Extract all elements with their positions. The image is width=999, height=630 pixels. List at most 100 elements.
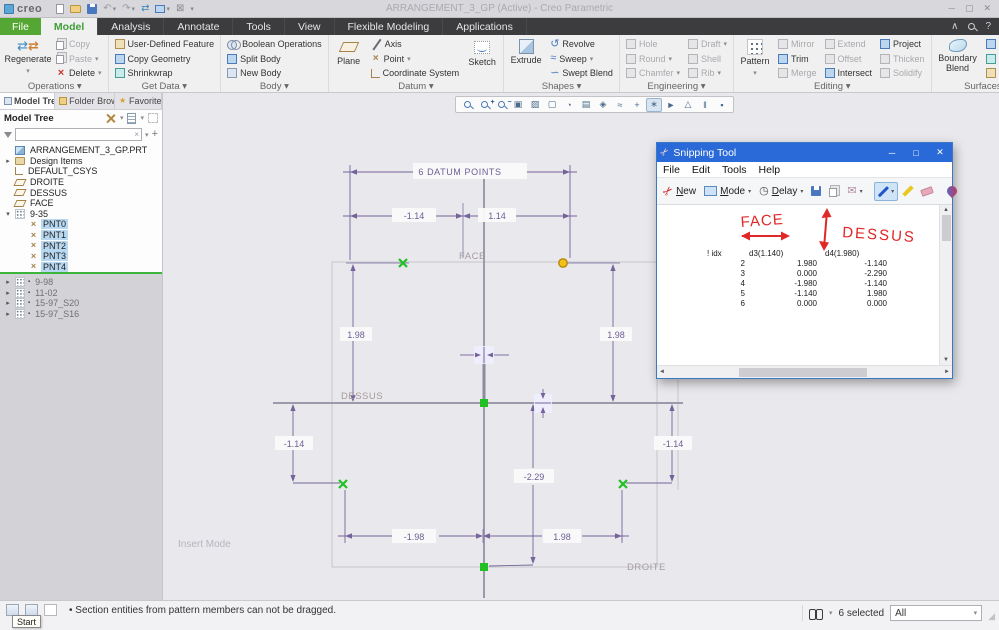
tree-show-caret[interactable]: ▾	[140, 114, 144, 122]
sketch-button[interactable]: Sketch	[465, 37, 499, 68]
tree-item-design items[interactable]: ▸Design Items	[0, 156, 162, 167]
open-file-button[interactable]	[69, 2, 82, 16]
select-items-icon[interactable]	[44, 604, 57, 616]
extend-button[interactable]: Extend	[823, 37, 875, 52]
customize-qat-button[interactable]: ▾	[189, 2, 195, 16]
search-tool-icon[interactable]	[809, 609, 823, 618]
snip-save-button[interactable]	[808, 184, 824, 198]
tab-model[interactable]: Model	[41, 18, 98, 35]
annotation-display-button[interactable]: ◈	[595, 98, 611, 112]
group-label-datum[interactable]: Datum ▾	[333, 81, 500, 93]
snip-horizontal-scrollbar[interactable]: ◄ ►	[657, 365, 952, 378]
snip-send-button[interactable]: ✉▾	[844, 184, 865, 199]
paste-button[interactable]: Paste▾	[54, 52, 104, 67]
tree-item-pnt3[interactable]: ×PNT3	[0, 251, 162, 262]
snip-menu-file[interactable]: File	[657, 164, 686, 176]
draft-button[interactable]: Draft▾	[686, 37, 729, 52]
bottom-datum-point[interactable]	[480, 563, 488, 571]
shrinkwrap-button[interactable]: Shrinkwrap	[113, 66, 217, 81]
snip-new-button[interactable]: ✂New	[660, 182, 699, 200]
rib-button[interactable]: Rib▾	[686, 66, 729, 81]
snip-highlighter-button[interactable]	[900, 183, 916, 199]
search-tool-caret[interactable]: ▾	[829, 609, 833, 617]
coordinate-system-button[interactable]: Coordinate System	[369, 66, 462, 81]
filter-caret[interactable]: ▾	[145, 131, 149, 139]
perspective-button[interactable]: △	[680, 98, 696, 112]
tab-applications[interactable]: Applications	[443, 18, 527, 35]
zoom-out-button[interactable]: −	[493, 98, 509, 112]
swept-blend-button[interactable]: ∽Swept Blend	[548, 66, 615, 81]
project-button[interactable]: Project	[878, 37, 927, 52]
search-icon[interactable]	[968, 23, 975, 30]
tree-item-pnt0[interactable]: ×PNT0	[0, 219, 162, 230]
snip-eraser-button[interactable]	[918, 186, 936, 197]
tab-annotate[interactable]: Annotate	[164, 18, 233, 35]
scroll-down-icon[interactable]: ▼	[943, 357, 949, 363]
close-window-button[interactable]: ⊠	[175, 2, 185, 16]
hole-button[interactable]: Hole	[624, 37, 682, 52]
group-label-editing[interactable]: Editing ▾	[738, 81, 927, 93]
help-icon[interactable]: ?	[985, 21, 991, 32]
face-plane-label[interactable]: FACE	[459, 251, 486, 262]
panel-tab-model-tree[interactable]: Model Tree	[0, 93, 55, 109]
refit-button[interactable]: ▣	[510, 98, 526, 112]
snip-menu-tools[interactable]: Tools	[716, 164, 753, 176]
tree-expand-arrow[interactable]: ▸	[4, 299, 12, 307]
repaint-button[interactable]: ▨	[527, 98, 543, 112]
tree-item-droite[interactable]: DROITE	[0, 177, 162, 188]
minimize-button[interactable]: ─	[949, 3, 955, 14]
snip-pen-button[interactable]: ▾	[874, 182, 899, 201]
spin-center-button[interactable]: ∗	[646, 98, 662, 112]
solidify-button[interactable]: Solidify	[878, 66, 927, 81]
suppressed-item-15-97_s20[interactable]: ▸▪15-97_S20	[0, 298, 162, 309]
snip-close-button[interactable]: ✕	[928, 143, 952, 162]
snip-delay-button[interactable]: ◷Delay▾	[756, 184, 806, 199]
snip-menu-edit[interactable]: Edit	[686, 164, 716, 176]
merge-button[interactable]: Merge	[776, 66, 819, 81]
point-button[interactable]: ×Point▾	[369, 52, 462, 67]
new-body-button[interactable]: New Body	[225, 66, 324, 81]
tree-item-pnt1[interactable]: ×PNT1	[0, 230, 162, 241]
center-datum-point[interactable]	[480, 399, 488, 407]
tree-item-dessus[interactable]: DESSUS	[0, 187, 162, 198]
group-label-body[interactable]: Body ▾	[225, 81, 324, 93]
copy-geometry-button[interactable]: Copy Geometry	[113, 52, 217, 67]
sketch-display-button[interactable]: ≈	[612, 98, 628, 112]
revolve-button[interactable]: ↺Revolve	[548, 37, 615, 52]
suppressed-item-9-98[interactable]: ▸▪9-98	[0, 277, 162, 288]
snip-promo-button[interactable]	[944, 184, 960, 198]
view-manager-button[interactable]: ▤	[578, 98, 594, 112]
hscroll-thumb[interactable]	[739, 368, 867, 377]
freestyle-button[interactable]: Freestyle	[984, 66, 999, 81]
snipping-tool-window[interactable]: ✂ Snipping Tool ─ □ ✕ File Edit Tools He…	[656, 142, 953, 379]
scroll-right-icon[interactable]: ►	[944, 369, 950, 375]
dessus-plane-label[interactable]: DESSUS	[341, 391, 383, 402]
user-defined-feature-button[interactable]: User-Defined Feature	[113, 37, 217, 52]
mirror-button[interactable]: Mirror	[776, 37, 819, 52]
plane-button[interactable]: Plane	[333, 37, 365, 67]
droite-plane-label[interactable]: DROITE	[627, 562, 666, 573]
window-switch-button[interactable]: ▾	[154, 2, 171, 16]
display-style-button[interactable]: ▢	[544, 98, 560, 112]
tab-analysis[interactable]: Analysis	[98, 18, 164, 35]
shell-button[interactable]: Shell	[686, 52, 729, 67]
saved-orientations-button[interactable]: ◔	[561, 98, 577, 112]
snip-mode-button[interactable]: Mode▾	[701, 184, 754, 199]
delete-button[interactable]: ×Delete▾	[54, 66, 104, 81]
stop-button[interactable]: ▪	[714, 98, 730, 112]
tree-settings-icon[interactable]	[106, 113, 116, 123]
round-button[interactable]: Round▾	[624, 52, 682, 67]
style-button[interactable]: Style	[984, 52, 999, 67]
redo-button[interactable]: ↷▾	[121, 2, 136, 16]
offset-button[interactable]: Offset	[823, 52, 875, 67]
scroll-left-icon[interactable]: ◄	[659, 369, 665, 375]
undo-button[interactable]: ↶▾	[102, 2, 117, 16]
tree-settings-caret[interactable]: ▾	[120, 114, 124, 122]
group-label-get-data[interactable]: Get Data ▾	[113, 81, 217, 93]
fill-button[interactable]: Fill	[984, 37, 999, 52]
tab-flexible-modeling[interactable]: Flexible Modeling	[335, 18, 444, 35]
tree-item-9-35[interactable]: ▾9-35	[0, 209, 162, 220]
tree-expand-arrow[interactable]: ▸	[4, 278, 12, 286]
snip-menu-help[interactable]: Help	[753, 164, 787, 176]
copy-button[interactable]: Copy	[54, 37, 104, 52]
